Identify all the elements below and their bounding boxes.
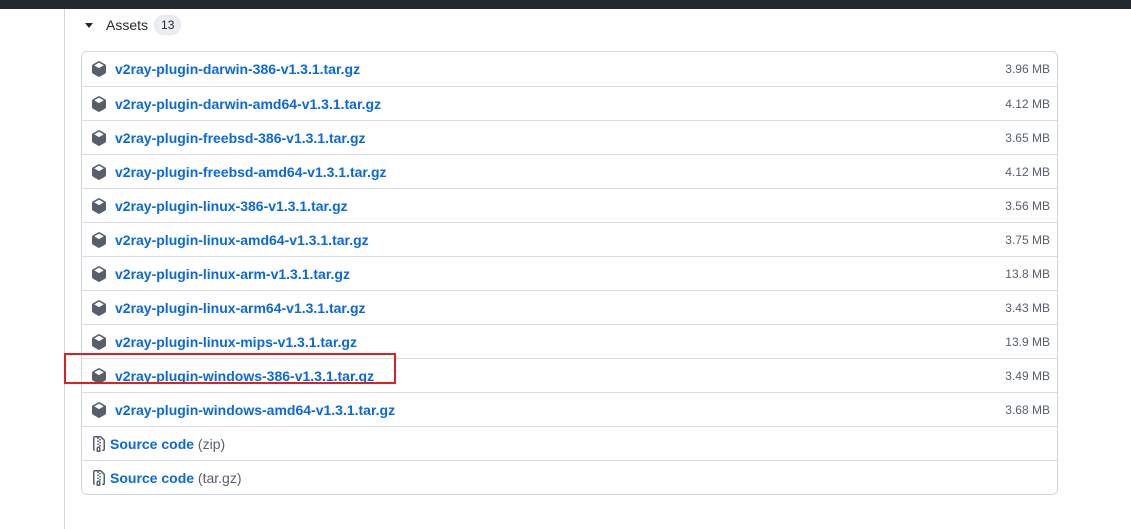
- asset-link[interactable]: v2ray-plugin-linux-amd64-v1.3.1.tar.gz: [115, 232, 369, 248]
- package-icon: [92, 334, 106, 350]
- source-row: Source code (zip): [82, 426, 1057, 460]
- source-row: Source code (tar.gz): [82, 460, 1057, 494]
- source-label: Source code: [110, 469, 195, 486]
- asset-size: 3.68 MB: [1005, 402, 1050, 417]
- asset-link[interactable]: v2ray-plugin-darwin-amd64-v1.3.1.tar.gz: [115, 96, 381, 112]
- package-icon: [92, 96, 106, 112]
- asset-row: v2ray-plugin-windows-amd64-v1.3.1.tar.gz…: [82, 392, 1057, 426]
- package-icon: [92, 266, 106, 282]
- asset-size: 3.75 MB: [1005, 232, 1050, 247]
- assets-list: v2ray-plugin-darwin-386-v1.3.1.tar.gz 3.…: [81, 51, 1058, 495]
- package-icon: [92, 164, 106, 180]
- asset-link[interactable]: v2ray-plugin-linux-386-v1.3.1.tar.gz: [115, 198, 348, 214]
- source-format: (zip): [197, 435, 226, 452]
- source-label: Source code: [110, 435, 195, 452]
- source-code-zip-link[interactable]: Source code (zip): [110, 436, 225, 452]
- asset-link[interactable]: v2ray-plugin-linux-arm64-v1.3.1.tar.gz: [115, 300, 366, 316]
- package-icon: [92, 300, 106, 316]
- asset-size: 3.96 MB: [1005, 62, 1050, 76]
- asset-size: 13.9 MB: [1005, 334, 1050, 349]
- asset-link[interactable]: v2ray-plugin-freebsd-amd64-v1.3.1.tar.gz: [115, 164, 387, 180]
- assets-count-badge: 13: [154, 15, 182, 35]
- asset-size: 13.8 MB: [1005, 266, 1050, 281]
- package-icon: [92, 402, 106, 418]
- asset-size: 4.12 MB: [1005, 96, 1050, 111]
- asset-size: 3.65 MB: [1005, 130, 1050, 145]
- timeline-rule: [64, 9, 65, 529]
- package-icon: [92, 130, 106, 146]
- asset-link[interactable]: v2ray-plugin-linux-arm-v1.3.1.tar.gz: [115, 266, 350, 282]
- asset-link[interactable]: v2ray-plugin-windows-amd64-v1.3.1.tar.gz: [115, 402, 395, 418]
- asset-row: v2ray-plugin-darwin-amd64-v1.3.1.tar.gz …: [82, 86, 1057, 120]
- asset-size: 3.49 MB: [1005, 368, 1050, 383]
- package-icon: [92, 368, 106, 384]
- package-icon: [92, 232, 106, 248]
- asset-row: v2ray-plugin-linux-386-v1.3.1.tar.gz 3.5…: [82, 188, 1057, 222]
- asset-size: 3.56 MB: [1005, 198, 1050, 213]
- asset-row: v2ray-plugin-linux-arm64-v1.3.1.tar.gz 3…: [82, 290, 1057, 324]
- package-icon: [92, 61, 106, 77]
- asset-row: v2ray-plugin-darwin-386-v1.3.1.tar.gz 3.…: [82, 52, 1057, 86]
- source-format: (tar.gz): [197, 469, 242, 486]
- asset-link-windows-386[interactable]: v2ray-plugin-windows-386-v1.3.1.tar.gz: [115, 368, 374, 384]
- asset-size: 4.12 MB: [1005, 164, 1050, 179]
- asset-row: v2ray-plugin-windows-386-v1.3.1.tar.gz 3…: [82, 358, 1057, 392]
- asset-row: v2ray-plugin-linux-mips-v1.3.1.tar.gz 13…: [82, 324, 1057, 358]
- assets-toggle[interactable]: Assets 13: [84, 14, 182, 36]
- asset-row: v2ray-plugin-linux-amd64-v1.3.1.tar.gz 3…: [82, 222, 1057, 256]
- asset-size: 3.43 MB: [1005, 300, 1050, 315]
- file-zip-icon: [93, 470, 105, 486]
- asset-link[interactable]: v2ray-plugin-linux-mips-v1.3.1.tar.gz: [115, 334, 357, 350]
- asset-row: v2ray-plugin-freebsd-amd64-v1.3.1.tar.gz…: [82, 154, 1057, 188]
- asset-link[interactable]: v2ray-plugin-darwin-386-v1.3.1.tar.gz: [115, 61, 360, 77]
- assets-title: Assets: [106, 17, 149, 33]
- triangle-down-icon: [85, 22, 93, 28]
- source-code-targz-link[interactable]: Source code (tar.gz): [110, 470, 242, 486]
- file-zip-icon: [93, 436, 105, 452]
- asset-row: v2ray-plugin-linux-arm-v1.3.1.tar.gz 13.…: [82, 256, 1057, 290]
- package-icon: [92, 198, 106, 214]
- asset-link[interactable]: v2ray-plugin-freebsd-386-v1.3.1.tar.gz: [115, 130, 366, 146]
- top-bar: [0, 0, 1131, 9]
- asset-row: v2ray-plugin-freebsd-386-v1.3.1.tar.gz 3…: [82, 120, 1057, 154]
